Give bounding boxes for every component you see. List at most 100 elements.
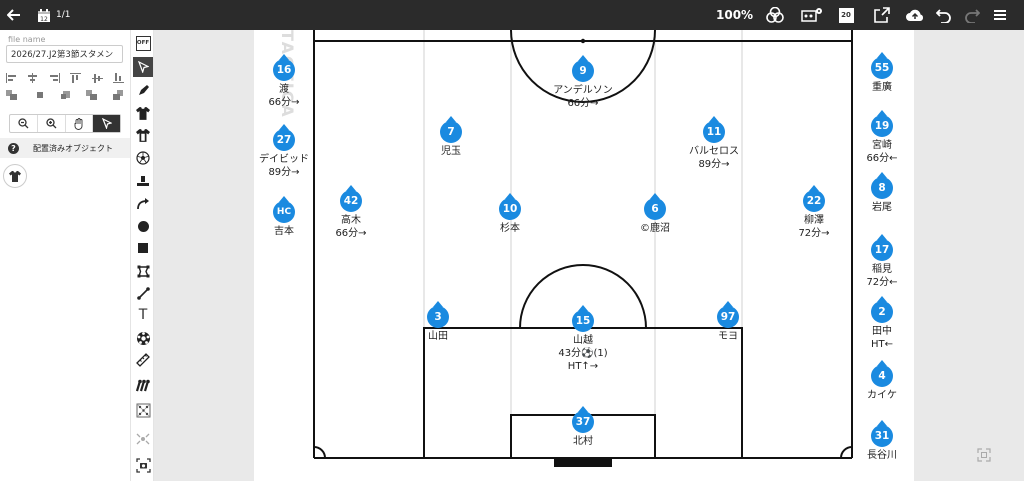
player-badge: 22 <box>803 185 825 213</box>
polygon-tool[interactable] <box>133 261 153 281</box>
calendar-icon[interactable]: 12 <box>36 0 52 30</box>
player-badge: 42 <box>340 185 362 213</box>
zoom-in-icon[interactable] <box>38 115 66 132</box>
align-middle-icon[interactable] <box>91 73 103 83</box>
bring-front-icon[interactable] <box>86 90 98 100</box>
circle-icon <box>137 220 149 232</box>
player-marker[interactable]: 37 北村 <box>538 406 628 448</box>
pattern-tool[interactable] <box>133 429 153 449</box>
toggle-off-tool[interactable]: OFF <box>133 33 153 53</box>
curve-arrow-tool[interactable] <box>133 193 153 213</box>
align-left-icon[interactable] <box>6 73 17 83</box>
align-center-h-icon[interactable] <box>27 73 38 83</box>
player-name: 田中 <box>872 326 892 337</box>
player-sub-info: 89分→ <box>698 159 730 170</box>
player-sub-info: 43分⚽(1) <box>558 348 608 359</box>
drawing-toolbar: OFF T <box>130 30 154 481</box>
back-arrow-icon[interactable] <box>4 0 24 30</box>
formation-settings-icon[interactable] <box>800 0 824 30</box>
bench-marker[interactable]: 27 デイビッド 89分→ <box>254 124 329 179</box>
player-name: カイケ <box>867 390 897 401</box>
text-tool[interactable]: T <box>133 305 153 325</box>
share-icon[interactable] <box>872 0 892 30</box>
player-name: 杉本 <box>500 223 520 234</box>
menu-icon[interactable] <box>992 0 1008 30</box>
player-marker[interactable]: 9 アンデルソン 66分→ <box>538 55 628 110</box>
player-badge: 9 <box>572 55 594 83</box>
bench-marker[interactable]: 55 重廣 <box>837 52 914 94</box>
screenshot-tool[interactable] <box>133 455 153 475</box>
file-name-input[interactable] <box>6 45 123 63</box>
player-marker[interactable]: 3 山田 <box>393 301 483 343</box>
ruler-tool[interactable] <box>133 350 153 370</box>
bench-marker[interactable]: 17 稲見 72分← <box>837 234 914 289</box>
help-icon[interactable]: ? <box>8 142 19 154</box>
cloud-upload-icon[interactable] <box>904 0 926 30</box>
line-tool[interactable] <box>133 283 153 303</box>
home-shirt-tool[interactable] <box>133 103 153 123</box>
zoom-level[interactable]: 100% <box>716 0 753 30</box>
select-tool[interactable] <box>133 57 153 77</box>
pattern-icon <box>136 433 150 445</box>
square-tool[interactable] <box>133 238 153 258</box>
cone-tool[interactable] <box>133 171 153 191</box>
circle-tool[interactable] <box>133 216 153 236</box>
player-badge: 19 <box>871 110 893 138</box>
file-name-label: file name <box>8 35 46 44</box>
player-sub-info: 72分← <box>866 277 898 288</box>
player-marker[interactable]: 11 バルセロス 89分→ <box>669 116 759 171</box>
formation-tool[interactable] <box>133 400 153 420</box>
ball-cluster-tool[interactable] <box>133 328 153 348</box>
send-back-icon[interactable] <box>113 90 124 100</box>
bench-marker[interactable]: 16 渡 66分→ <box>254 54 329 109</box>
hand-tool-icon[interactable] <box>66 115 94 132</box>
placed-objects-label: 配置済みオブジェクト <box>33 143 113 153</box>
player-badge: 31 <box>871 420 893 448</box>
redo-icon[interactable] <box>962 0 982 30</box>
player-marker[interactable]: 6 ©鹿沼 <box>610 193 700 235</box>
bench-marker[interactable]: HC 吉本 <box>254 196 329 238</box>
bench-marker[interactable]: 4 カイケ <box>837 360 914 402</box>
distribute-icon[interactable] <box>33 90 44 100</box>
bring-forward-icon[interactable] <box>6 90 17 100</box>
soccer-ball-icon <box>136 151 150 165</box>
player-name: デイビッド <box>259 154 309 165</box>
align-top-icon[interactable] <box>70 73 82 83</box>
player-marker[interactable]: 10 杉本 <box>465 193 555 235</box>
player-group-icon <box>135 379 150 391</box>
shirt-object-button[interactable] <box>3 164 27 188</box>
zoom-out-icon[interactable] <box>10 115 38 132</box>
player-name: アンデルソン <box>553 85 613 96</box>
placed-objects-header[interactable]: ? 配置済みオブジェクト <box>0 138 130 158</box>
bench-marker[interactable]: 8 岩尾 <box>837 172 914 214</box>
align-bottom-icon[interactable] <box>112 73 124 83</box>
player-group-tool[interactable] <box>133 375 153 395</box>
player-badge: 16 <box>273 54 295 82</box>
player-name: 吉本 <box>274 226 294 237</box>
fullscreen-icon[interactable] <box>977 447 991 462</box>
bench-marker[interactable]: 31 長谷川 <box>837 420 914 462</box>
send-backward-icon[interactable] <box>60 90 71 100</box>
bench-marker[interactable]: 19 宮崎 66分← <box>837 110 914 165</box>
pitch-canvas[interactable]: TACTICA 9 アンデルソン 66分→ 7 児玉 11 バルセロス 89分→… <box>254 30 914 481</box>
player-badge: 3 <box>427 301 449 329</box>
pen-icon <box>138 84 149 95</box>
pointer-tool-icon[interactable] <box>93 115 120 132</box>
player-marker[interactable]: 15 山越 43分⚽(1) HT↑→ <box>538 305 628 373</box>
line-icon <box>136 286 150 300</box>
align-row-2 <box>6 90 124 102</box>
camera-frame-icon <box>135 457 151 473</box>
page-size-icon[interactable]: 20 <box>836 0 856 30</box>
away-shirt-tool[interactable] <box>133 125 153 145</box>
player-badge: 55 <box>871 52 893 80</box>
bench-marker[interactable]: 2 田中 HT← <box>837 296 914 351</box>
venn-icon[interactable] <box>764 0 786 30</box>
player-name: 岩尾 <box>872 202 892 213</box>
ball-tool[interactable] <box>133 148 153 168</box>
undo-icon[interactable] <box>934 0 954 30</box>
align-right-icon[interactable] <box>49 73 60 83</box>
player-marker[interactable]: 97 モヨ <box>683 301 773 343</box>
pen-tool[interactable] <box>133 80 153 100</box>
player-marker[interactable]: 7 児玉 <box>406 116 496 158</box>
cursor-icon <box>137 61 149 73</box>
